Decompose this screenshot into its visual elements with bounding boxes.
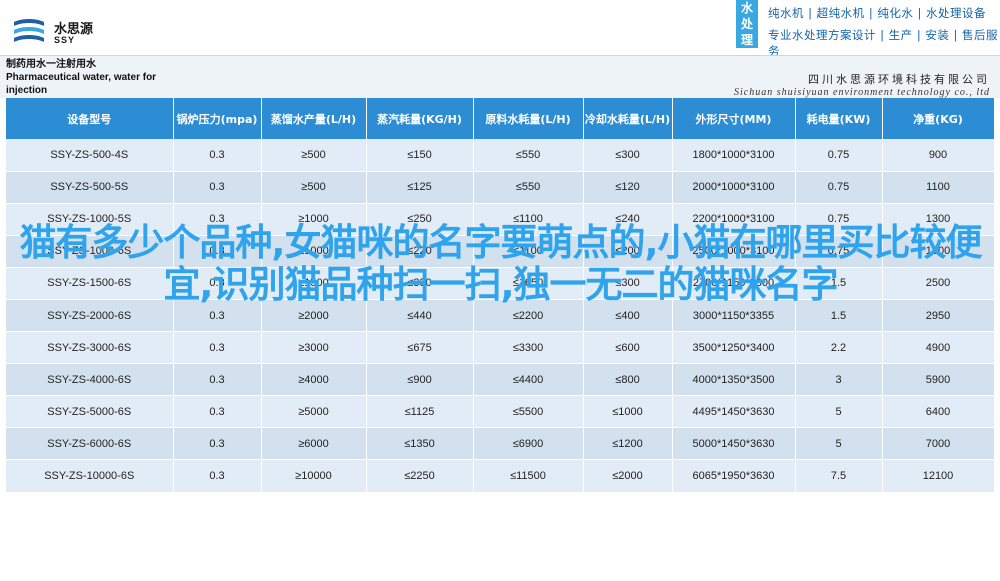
table-cell: 1800*1000*3100	[672, 139, 796, 172]
table-cell: ≤120	[583, 171, 673, 204]
table-cell: 5	[795, 427, 883, 461]
table-cell: SSY-ZS-500-5S	[6, 171, 174, 204]
table-cell: 0.3	[173, 363, 262, 397]
table-cell: ≤2250	[366, 459, 474, 493]
product-name-en: Pharmaceutical water, water for injectio…	[6, 72, 157, 96]
table-row: SSY-ZS-500-4S 0.3 ≥500 ≤150 ≤550 ≤300 1800*100…	[6, 139, 995, 172]
table-cell: ≤1200	[583, 427, 673, 461]
table-cell: SSY-ZS-4000-6S	[6, 363, 174, 397]
table-cell: 6065*1950*3630	[672, 459, 796, 493]
table-header-row: 设备型号 锅炉压力(mpa) 蒸馏水产量(L/H) 蒸汽耗量(KG/H) 原料水…	[6, 98, 995, 139]
top-bar: 水思源 SSY 水 处 理 纯水机 | 超纯水机 | 纯化水 | 水处理设备 专…	[0, 0, 1000, 58]
table-cell: 0.3	[173, 427, 262, 461]
company-band: 制药用水一注射用水 Pharmaceutical water, water fo…	[0, 55, 1000, 98]
slogan-vertical-char: 水	[740, 1, 753, 15]
table-cell: ≥5000	[261, 395, 367, 429]
table-cell: ≤6900	[473, 427, 584, 461]
table-cell: 3	[795, 363, 883, 397]
table-cell: 3500*1250*3400	[672, 331, 796, 365]
overlay-title[interactable]: 猫有多少个品种,女猫咪的名字要萌点的,小猫在哪里买比较便宜,识别猫品种扫一扫,独…	[8, 222, 993, 306]
product-name-cn: 制药用水一注射用水	[6, 59, 96, 70]
table-cell: 5	[795, 395, 883, 429]
table-cell: 0.3	[173, 331, 262, 365]
table-cell: ≤2000	[583, 459, 673, 493]
table-cell: ≥10000	[261, 459, 367, 493]
table-cell: ≥500	[261, 139, 367, 172]
col-header: 蒸汽耗量(KG/H)	[366, 98, 474, 139]
table-cell: SSY-ZS-6000-6S	[6, 427, 174, 461]
table-cell: 900	[882, 139, 995, 172]
table-cell: ≤125	[366, 171, 474, 204]
table-cell: SSY-ZS-500-4S	[6, 139, 174, 172]
table-cell: SSY-ZS-10000-6S	[6, 459, 174, 493]
slogan-vertical-char: 理	[740, 33, 753, 47]
table-row: SSY-ZS-5000-6S 0.3 ≥5000 ≤1125 ≤5500 ≤1000 449…	[6, 395, 995, 429]
table-cell: 0.3	[173, 395, 262, 429]
table-row: SSY-ZS-6000-6S 0.3 ≥6000 ≤1350 ≤6900 ≤1200 500…	[6, 427, 995, 461]
table-cell: ≤3300	[473, 331, 584, 365]
col-header: 净重(KG)	[882, 98, 995, 139]
table-cell: ≤4400	[473, 363, 584, 397]
table-cell: ≤800	[583, 363, 673, 397]
table-cell: 12100	[882, 459, 995, 493]
table-cell: 5900	[882, 363, 995, 397]
table-cell: ≤1350	[366, 427, 474, 461]
table-cell: ≤1125	[366, 395, 474, 429]
table-cell: ≤600	[583, 331, 673, 365]
table-cell: ≥500	[261, 171, 367, 204]
slogan-box: 水 处 理 纯水机 | 超纯水机 | 纯化水 | 水处理设备 专业水处理方案设计…	[736, 0, 1000, 58]
table-cell: 7000	[882, 427, 995, 461]
table-cell: ≤11500	[473, 459, 584, 493]
table-cell: ≤5500	[473, 395, 584, 429]
table-cell: ≤150	[366, 139, 474, 172]
table-cell: ≤1000	[583, 395, 673, 429]
slogan-vertical: 水 处 理	[736, 0, 758, 48]
table-row: SSY-ZS-500-5S 0.3 ≥500 ≤125 ≤550 ≤120 2000*100…	[6, 171, 995, 204]
table-cell: 0.75	[795, 171, 883, 204]
table-cell: ≤550	[473, 171, 584, 204]
table-cell: ≥4000	[261, 363, 367, 397]
table-cell: ≥3000	[261, 331, 367, 365]
col-header: 耗电量(KW)	[795, 98, 883, 139]
table-cell: SSY-ZS-3000-6S	[6, 331, 174, 365]
col-header: 设备型号	[6, 98, 174, 139]
table-cell: 7.5	[795, 459, 883, 493]
col-header: 锅炉压力(mpa)	[173, 98, 262, 139]
company-name: 四川水思源环境科技有限公司 Sichuan shuisiyuan environ…	[734, 71, 990, 98]
logo-text-en: SSY	[54, 35, 76, 45]
slogan-vertical-char: 处	[740, 17, 753, 31]
col-header: 外形尺寸(MM)	[672, 98, 796, 139]
table-cell: 2.2	[795, 331, 883, 365]
col-header: 冷却水耗量(L/H)	[583, 98, 673, 139]
col-header: 蒸馏水产量(L/H)	[261, 98, 367, 139]
table-cell: 0.3	[173, 139, 262, 172]
brand-logo[interactable]: 水思源 SSY	[12, 16, 132, 50]
col-header: 原料水耗量(L/H)	[473, 98, 584, 139]
company-name-cn: 四川水思源环境科技有限公司	[808, 73, 990, 86]
table-row: SSY-ZS-4000-6S 0.3 ≥4000 ≤900 ≤4400 ≤800 4000*…	[6, 363, 995, 397]
table-cell: 4000*1350*3500	[672, 363, 796, 397]
logo-mark-icon	[14, 19, 44, 42]
spec-table-body: SSY-ZS-500-4S 0.3 ≥500 ≤150 ≤550 ≤300 1800*100…	[6, 139, 995, 493]
table-cell: 5000*1450*3630	[672, 427, 796, 461]
table-cell: ≤900	[366, 363, 474, 397]
slogan-line-1: 纯水机 | 超纯水机 | 纯化水 | 水处理设备	[768, 6, 987, 20]
product-name: 制药用水一注射用水 Pharmaceutical water, water fo…	[6, 58, 174, 97]
table-cell: 2000*1000*3100	[672, 171, 796, 204]
table-cell: 4495*1450*3630	[672, 395, 796, 429]
table-cell: ≥6000	[261, 427, 367, 461]
company-name-en: Sichuan shuisiyuan environment technolog…	[734, 87, 990, 98]
table-cell: 0.3	[173, 171, 262, 204]
table-cell: 0.3	[173, 459, 262, 493]
table-row: SSY-ZS-10000-6S 0.3 ≥10000 ≤2250 ≤11500 ≤2000…	[6, 459, 995, 493]
table-cell: ≤675	[366, 331, 474, 365]
table-cell: ≤300	[583, 139, 673, 172]
table-cell: 4900	[882, 331, 995, 365]
table-cell: ≤550	[473, 139, 584, 172]
table-cell: 1100	[882, 171, 995, 204]
table-cell: 6400	[882, 395, 995, 429]
table-cell: 0.75	[795, 139, 883, 172]
table-row: SSY-ZS-3000-6S 0.3 ≥3000 ≤675 ≤3300 ≤600 3500*…	[6, 331, 995, 365]
table-cell: SSY-ZS-5000-6S	[6, 395, 174, 429]
